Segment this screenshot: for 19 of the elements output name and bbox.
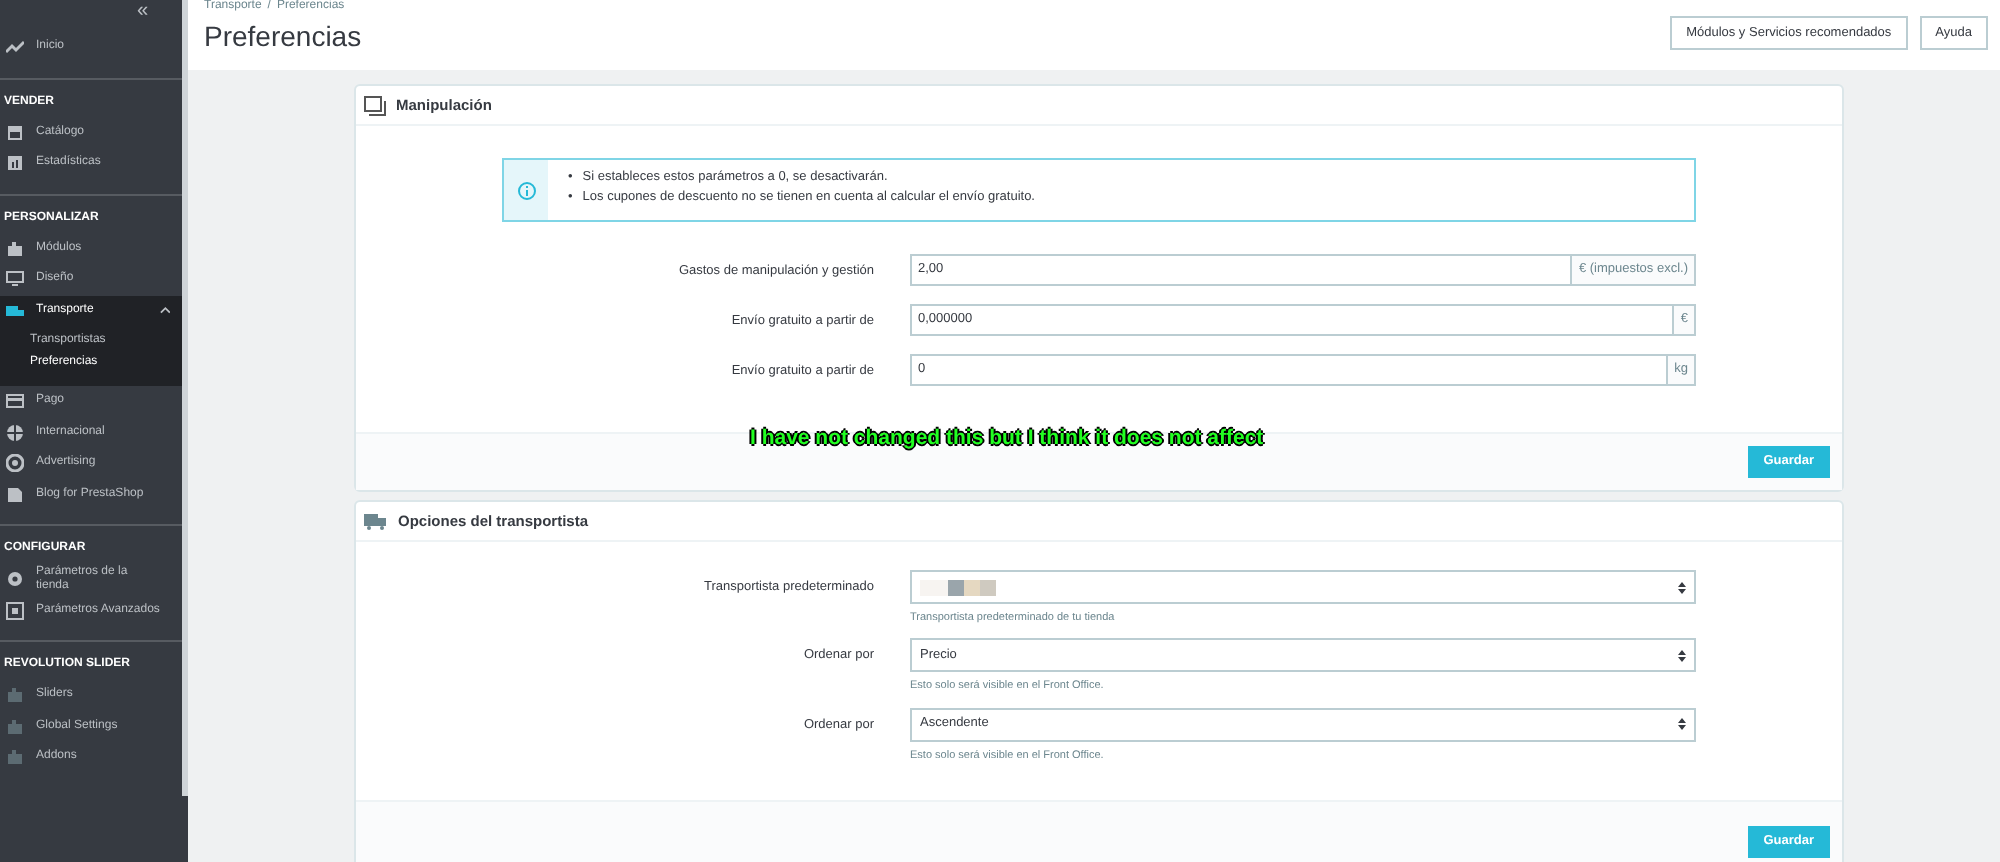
collapse-button[interactable]: « bbox=[136, 0, 148, 32]
store-icon bbox=[6, 123, 24, 142]
document-icon bbox=[6, 485, 24, 504]
select-field[interactable] bbox=[910, 570, 1696, 604]
truck-icon bbox=[6, 301, 24, 320]
trend-icon bbox=[6, 38, 24, 57]
sort-caret-icon bbox=[1678, 649, 1686, 662]
copy-icon bbox=[364, 95, 386, 115]
scrollbar[interactable] bbox=[182, 0, 188, 796]
chart-icon bbox=[6, 154, 24, 173]
card-icon bbox=[6, 392, 24, 411]
settings-icon bbox=[6, 601, 24, 620]
page-title: Preferencias bbox=[204, 20, 362, 52]
monitor-icon bbox=[6, 270, 24, 289]
sort-caret-icon bbox=[1678, 718, 1686, 730]
sort-caret-icon bbox=[1678, 581, 1686, 593]
annotation-text: I have not changed this but I think it does not affect bbox=[750, 424, 1264, 454]
info-icon bbox=[517, 181, 535, 199]
truck-icon bbox=[364, 513, 388, 529]
